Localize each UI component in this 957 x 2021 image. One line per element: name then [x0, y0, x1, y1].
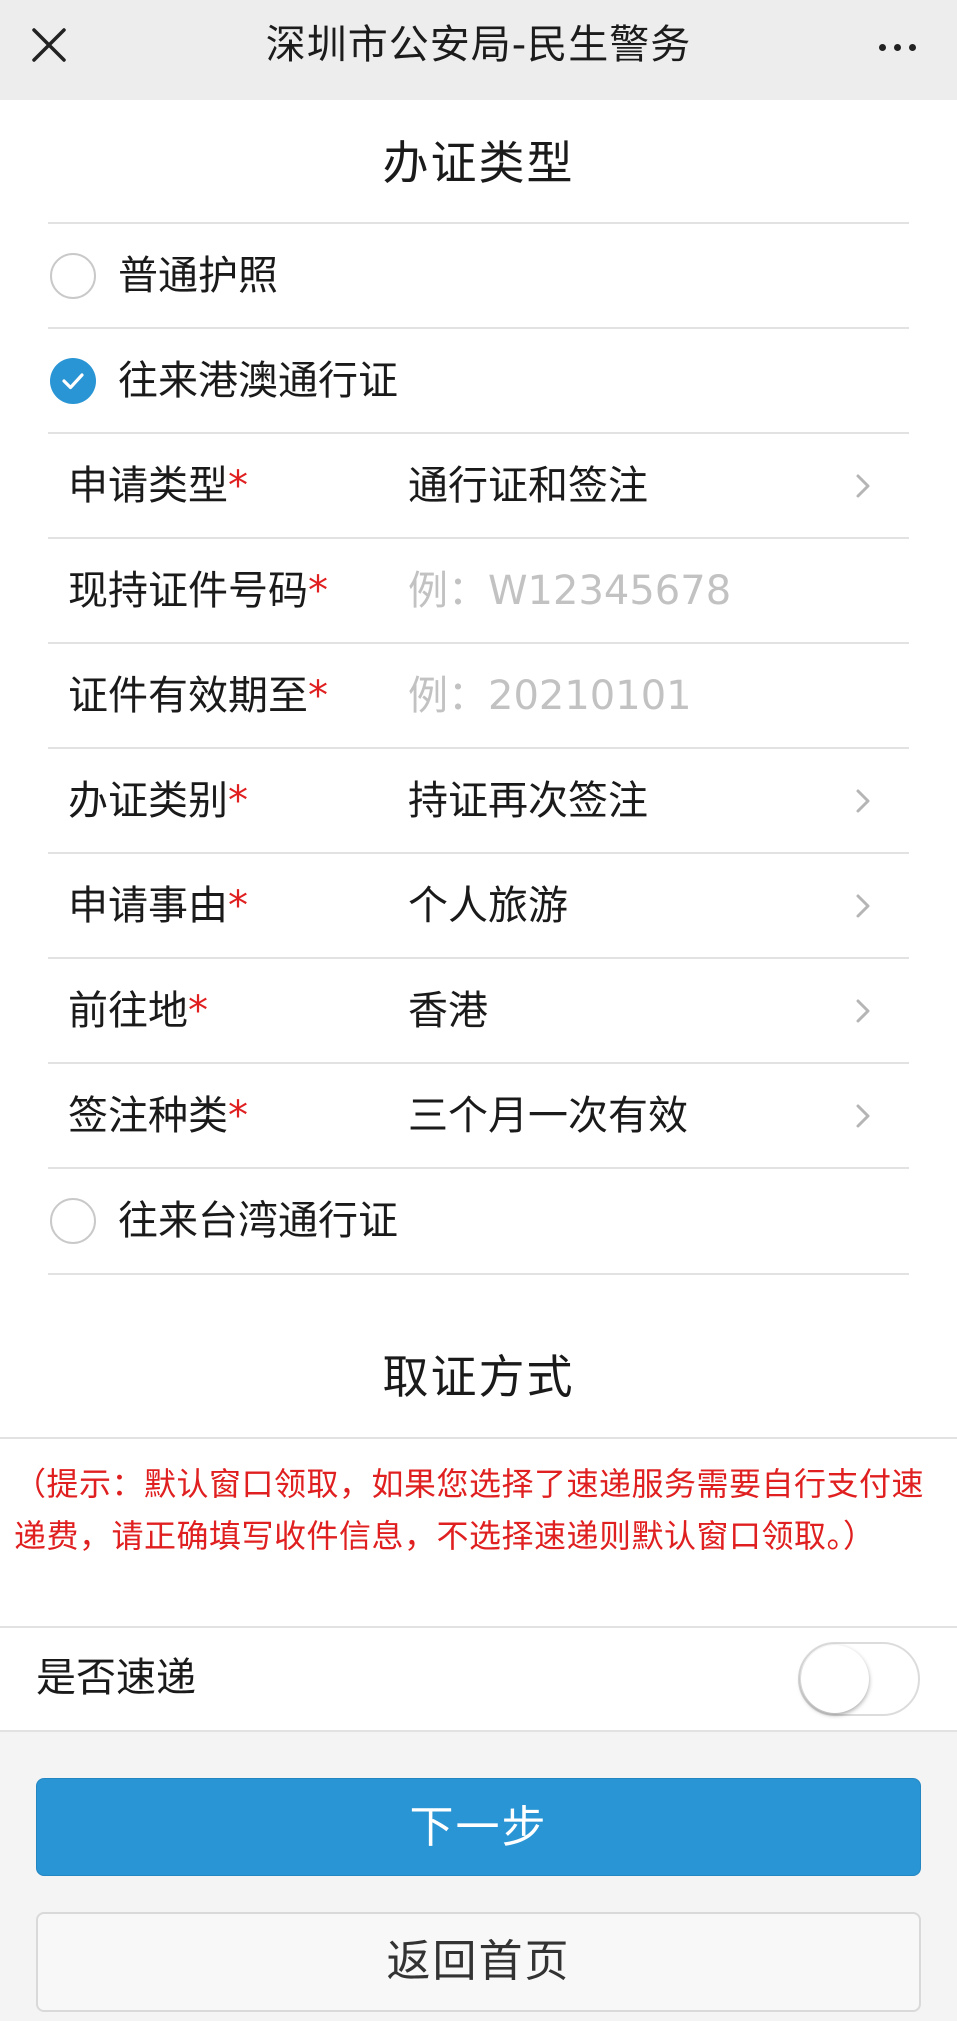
- more-icon: [875, 36, 920, 55]
- required-mark: *: [188, 988, 208, 1034]
- bottom-action-area: 下一步 返回首页: [0, 1730, 957, 2021]
- chevron-right-icon: [856, 474, 870, 498]
- express-row: 是否速递: [0, 1628, 957, 1728]
- radio-label: 普通护照: [118, 253, 278, 299]
- page: 深圳市公安局-民生警务 办证类型 普通护照 往来港澳通行证 申请类型* 通行证和…: [0, 0, 957, 2021]
- field-label: 签注种类*: [68, 1093, 248, 1139]
- radio-option-hk-macau[interactable]: 往来港澳通行证: [48, 327, 909, 433]
- chevron-right-icon: [856, 894, 870, 918]
- reason-value: 个人旅游: [408, 883, 568, 929]
- pickup-title: 取证方式: [382, 1350, 575, 1404]
- radio-button[interactable]: [50, 1198, 96, 1244]
- checkmark-icon: [62, 373, 84, 390]
- valid-until-row: 证件有效期至*: [48, 642, 909, 748]
- radio-option-taiwan[interactable]: 往来台湾通行证: [48, 1167, 909, 1275]
- radio-option-passport[interactable]: 普通护照: [48, 222, 909, 328]
- endorsement-type-value: 三个月一次有效: [408, 1093, 688, 1139]
- required-mark: *: [228, 463, 248, 509]
- field-label: 现持证件号码*: [68, 568, 328, 614]
- endorsement-type-row[interactable]: 签注种类* 三个月一次有效: [48, 1062, 909, 1168]
- divider: [0, 1437, 957, 1439]
- required-mark: *: [228, 778, 248, 824]
- next-step-button[interactable]: 下一步: [36, 1778, 921, 1876]
- cert-type-title: 办证类型: [382, 136, 575, 190]
- required-mark: *: [228, 1093, 248, 1139]
- field-label: 办证类别*: [68, 778, 248, 824]
- apply-type-row[interactable]: 申请类型* 通行证和签注: [48, 432, 909, 538]
- page-title: 深圳市公安局-民生警务: [265, 22, 692, 68]
- radio-label: 往来台湾通行证: [118, 1198, 398, 1244]
- chevron-right-icon: [856, 999, 870, 1023]
- close-icon: [32, 28, 66, 62]
- chevron-right-icon: [856, 789, 870, 813]
- destination-value: 香港: [408, 988, 488, 1034]
- navbar: 深圳市公安局-民生警务: [0, 0, 957, 100]
- current-cert-no-input[interactable]: [408, 539, 868, 643]
- required-mark: *: [228, 883, 248, 929]
- close-button[interactable]: [18, 14, 80, 76]
- pickup-tip-text: （提示：默认窗口领取，如果您选择了速递服务需要自行支付速递费，请正确填写收件信息…: [14, 1465, 925, 1555]
- field-label: 前往地*: [68, 988, 208, 1034]
- radio-button-checked[interactable]: [50, 358, 96, 404]
- category-row[interactable]: 办证类别* 持证再次签注: [48, 747, 909, 853]
- category-value: 持证再次签注: [408, 778, 648, 824]
- chevron-right-icon: [856, 1104, 870, 1128]
- current-cert-no-row: 现持证件号码*: [48, 537, 909, 643]
- valid-until-input[interactable]: [408, 644, 868, 748]
- express-toggle-switch[interactable]: [798, 1642, 920, 1716]
- required-mark: *: [308, 568, 328, 614]
- toggle-knob: [801, 1645, 869, 1713]
- reason-row[interactable]: 申请事由* 个人旅游: [48, 852, 909, 958]
- more-button[interactable]: [861, 14, 933, 76]
- radio-button[interactable]: [50, 253, 96, 299]
- field-label: 申请事由*: [68, 883, 248, 929]
- field-label: 申请类型*: [68, 463, 248, 509]
- apply-type-value: 通行证和签注: [408, 463, 648, 509]
- radio-label: 往来港澳通行证: [118, 358, 398, 404]
- field-label: 证件有效期至*: [68, 673, 328, 719]
- back-home-button[interactable]: 返回首页: [36, 1912, 921, 2012]
- required-mark: *: [308, 673, 328, 719]
- express-label: 是否速递: [36, 1655, 196, 1701]
- destination-row[interactable]: 前往地* 香港: [48, 957, 909, 1063]
